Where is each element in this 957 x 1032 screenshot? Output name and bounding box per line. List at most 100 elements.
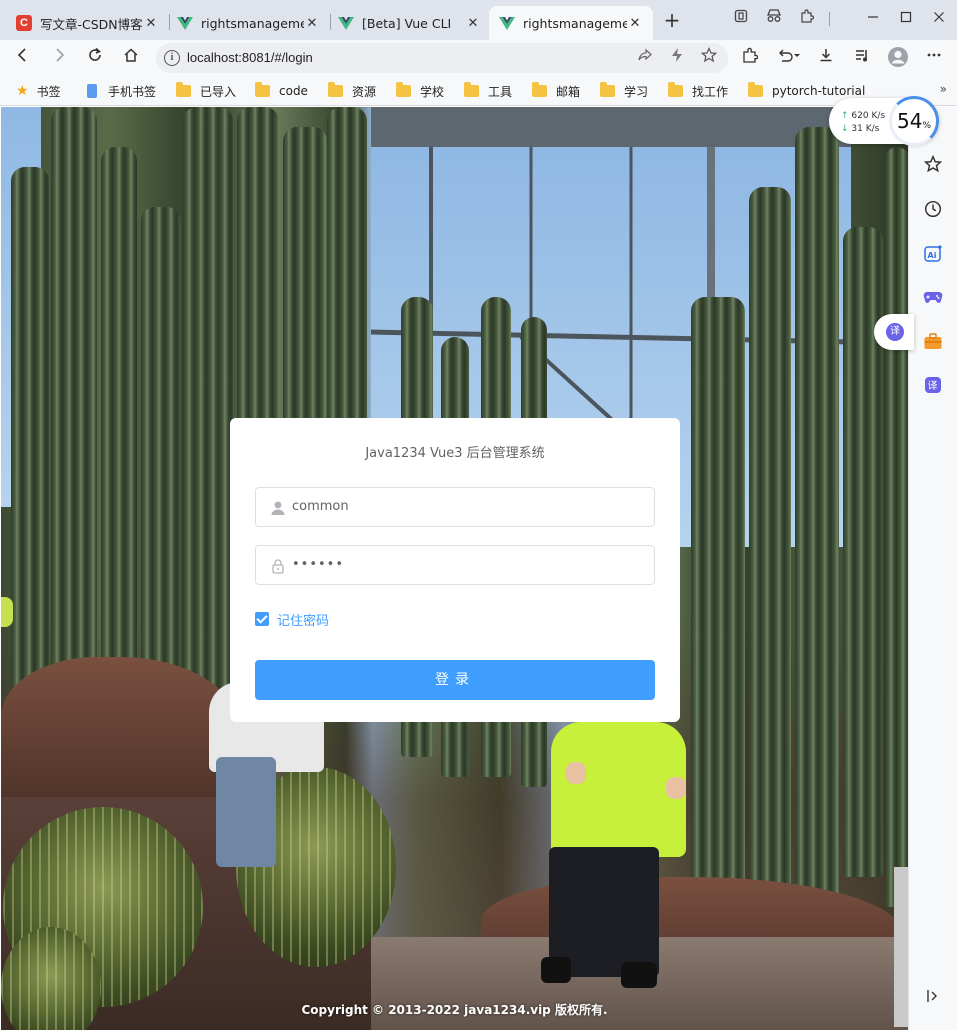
collapse-sidebar-icon[interactable] xyxy=(921,987,945,1011)
reload-icon[interactable] xyxy=(83,46,107,70)
window-controls-divider xyxy=(829,12,830,26)
copyright-footer: Copyright © 2013-2022 java1234.vip 版权所有. xyxy=(301,1003,608,1017)
tab-rightsmanagement-1[interactable]: rightsmanagemen ✕ xyxy=(167,6,330,40)
bookmark-folder[interactable]: 学习 xyxy=(600,82,648,100)
favorite-star-icon[interactable] xyxy=(698,47,720,69)
child-shoe xyxy=(541,957,571,983)
password-value: •••••• xyxy=(292,557,345,572)
person-edge xyxy=(1,597,13,627)
bookmark-item[interactable]: ★ 书签 xyxy=(16,82,61,100)
history-clock-icon[interactable] xyxy=(921,200,945,224)
checkbox-checked-icon[interactable] xyxy=(255,612,269,626)
tab-vue-cli[interactable]: [Beta] Vue CLI ✕ xyxy=(328,6,491,40)
down-arrow-icon: ↓ xyxy=(841,124,849,134)
address-bar[interactable]: i localhost:8081/#/login xyxy=(156,43,728,73)
child-hand xyxy=(666,777,686,799)
undo-dropdown-icon[interactable] xyxy=(774,46,804,70)
login-button[interactable]: 登录 xyxy=(255,660,655,700)
close-window-icon[interactable] xyxy=(928,8,950,30)
network-speed-widget[interactable]: ↑ 620 K/s ↓ 31 K/s 54% xyxy=(829,96,939,146)
vue-logo-icon xyxy=(177,17,193,30)
new-tab-button[interactable]: + xyxy=(660,10,684,32)
tab-close-icon[interactable]: ✕ xyxy=(304,16,320,31)
remember-password-checkbox[interactable]: 记住密码 xyxy=(255,610,329,629)
bookmark-label: 已导入 xyxy=(200,84,237,99)
tab-close-icon[interactable]: ✕ xyxy=(627,16,643,31)
tab-rightsmanagement-active[interactable]: rightsmanagemen ✕ xyxy=(489,6,653,40)
bookmark-folder[interactable]: 学校 xyxy=(396,82,444,100)
folder-icon xyxy=(328,82,343,97)
back-arrow-icon[interactable] xyxy=(11,46,35,70)
bookmark-label: code xyxy=(279,84,308,98)
child-shoe xyxy=(621,962,657,988)
download-icon[interactable] xyxy=(814,46,838,70)
folder-icon xyxy=(532,82,547,97)
star-icon: ★ xyxy=(16,83,29,99)
folder-icon xyxy=(255,82,270,97)
incognito-icon[interactable] xyxy=(763,8,785,30)
tab-strip: C 写文章-CSDN博客 ✕ rightsmanagemen ✕ [Beta] … xyxy=(0,0,957,40)
tab-close-icon[interactable]: ✕ xyxy=(465,16,481,31)
svg-text:Ai: Ai xyxy=(928,251,937,260)
forward-arrow-icon[interactable] xyxy=(47,46,71,70)
password-field[interactable]: •••••• xyxy=(255,545,655,585)
extensions-icon[interactable] xyxy=(738,46,762,70)
bookmark-folder[interactable]: 已导入 xyxy=(176,82,236,100)
bookmark-label: 学习 xyxy=(624,84,649,99)
home-icon[interactable] xyxy=(119,46,143,70)
cactus xyxy=(691,297,745,937)
ai-assistant-icon[interactable]: Ai xyxy=(921,244,945,268)
bookmark-folder[interactable]: 找工作 xyxy=(668,82,728,100)
translate-icon[interactable]: 译 xyxy=(921,376,945,400)
download-speed-value: 31 K/s xyxy=(851,124,880,134)
phone-icon xyxy=(87,84,97,98)
bookmark-folder[interactable]: 邮箱 xyxy=(532,82,580,100)
tab-title: [Beta] Vue CLI xyxy=(362,15,452,31)
child-hand xyxy=(566,762,586,784)
upload-speed-value: 620 K/s xyxy=(851,111,886,121)
maximize-icon[interactable] xyxy=(895,8,917,30)
upload-speed: ↑ 620 K/s xyxy=(841,111,885,121)
bookmark-item[interactable]: 手机书签 xyxy=(87,82,156,100)
svg-text:译: 译 xyxy=(928,380,938,392)
csdn-logo-icon: C xyxy=(16,15,32,31)
floating-translate-button[interactable]: 译 xyxy=(874,314,914,350)
username-field[interactable]: common xyxy=(255,487,655,527)
game-controller-icon[interactable] xyxy=(921,288,945,312)
tab-title: rightsmanagemen xyxy=(201,15,304,31)
lightning-icon[interactable] xyxy=(666,47,688,69)
bookmark-folder[interactable]: code xyxy=(255,82,308,100)
bookmark-folder[interactable]: 资源 xyxy=(328,82,376,100)
bookmark-label: 书签 xyxy=(36,84,61,99)
vue-logo-icon xyxy=(499,17,515,30)
site-info-icon[interactable]: i xyxy=(164,50,180,66)
cactus xyxy=(795,127,839,927)
tab-actions-icon[interactable] xyxy=(730,8,752,30)
cactus xyxy=(749,187,791,927)
tab-title: 写文章-CSDN博客 xyxy=(40,16,143,32)
memory-usage-gauge: 54% xyxy=(889,96,939,146)
lock-icon xyxy=(272,559,284,574)
cactus xyxy=(885,147,908,907)
playlist-icon[interactable] xyxy=(850,46,874,70)
remember-password-label[interactable]: 记住密码 xyxy=(277,610,329,629)
cactus xyxy=(183,107,233,727)
minimize-icon[interactable] xyxy=(862,8,884,30)
more-menu-icon[interactable] xyxy=(922,46,946,70)
browser-toolbar: i localhost:8081/#/login xyxy=(0,40,957,76)
profile-avatar-icon[interactable] xyxy=(886,46,910,70)
bookmark-label: 工具 xyxy=(488,84,513,99)
extensions-puzzle-icon[interactable] xyxy=(796,8,818,30)
rock xyxy=(1,657,241,807)
tab-close-icon[interactable]: ✕ xyxy=(143,16,159,31)
favorites-star-icon[interactable] xyxy=(921,154,945,179)
tab-csdn[interactable]: C 写文章-CSDN博客 ✕ xyxy=(6,6,169,40)
bookmarks-overflow-icon[interactable]: » xyxy=(940,82,947,96)
url-text[interactable]: localhost:8081/#/login xyxy=(187,43,313,73)
bookmark-label: 资源 xyxy=(352,84,377,99)
bookmark-folder[interactable]: 工具 xyxy=(464,82,512,100)
toolbox-briefcase-icon[interactable] xyxy=(921,332,945,356)
share-icon[interactable] xyxy=(634,47,656,69)
folder-icon xyxy=(668,82,683,97)
bookmark-label: 邮箱 xyxy=(556,84,581,99)
